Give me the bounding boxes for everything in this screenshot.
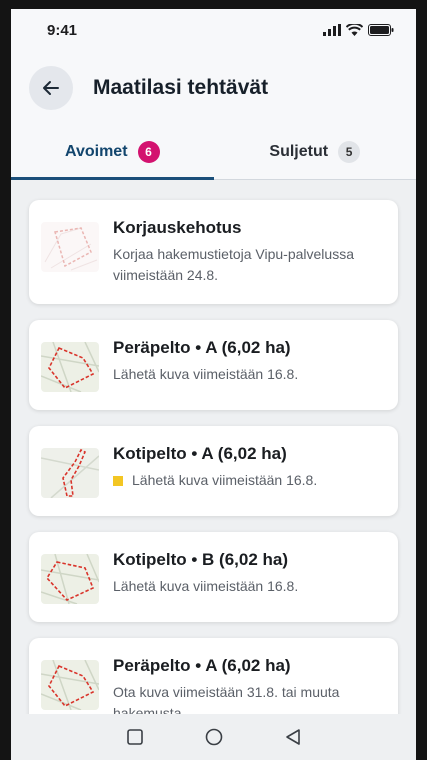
- page-title: Maatilasi tehtävät: [93, 76, 269, 99]
- system-nav-bar: [11, 714, 416, 760]
- app-bar: Maatilasi tehtävät: [11, 51, 416, 125]
- circle-icon: [205, 728, 222, 746]
- count-badge: 6: [137, 141, 160, 163]
- task-title: Kotipelto • B (6,02 ha): [113, 550, 289, 569]
- task-card[interactable]: Peräpelto • A (6,02 ha) Lähetä kuva viim…: [29, 320, 398, 410]
- recents-button[interactable]: [126, 729, 143, 745]
- tab-suljetut[interactable]: Suljetut 5: [214, 125, 417, 179]
- status-bar: 9:41: [11, 9, 416, 51]
- signal-icon: [323, 24, 341, 36]
- square-icon: [126, 729, 143, 745]
- task-description: Korjaa hakemustietoja Vipu-palvelussa vi…: [113, 246, 354, 283]
- task-title: Korjauskehotus: [113, 218, 242, 237]
- task-card[interactable]: Kotipelto • A (6,02 ha) Lähetä kuva viim…: [29, 426, 398, 516]
- tab-label: Suljetut: [269, 143, 329, 160]
- home-button[interactable]: [205, 728, 223, 746]
- field-map-thumbnail: [41, 554, 99, 604]
- status-time: 9:41: [47, 21, 78, 39]
- task-title: Peräpelto • A (6,02 ha): [113, 338, 291, 357]
- field-map-thumbnail: [41, 660, 99, 710]
- tab-bar: Avoimet 6 Suljetut 5: [11, 125, 416, 180]
- wifi-icon: [346, 24, 363, 36]
- task-description: Lähetä kuva viimeistään 16.8.: [113, 578, 299, 594]
- task-description-row: Lähetä kuva viimeistään 16.8.: [113, 470, 384, 491]
- status-icons: [323, 24, 394, 36]
- count-badge: 5: [338, 141, 361, 163]
- field-map-thumbnail: [41, 222, 99, 272]
- task-description: Lähetä kuva viimeistään 16.8.: [113, 366, 299, 382]
- task-description: Lähetä kuva viimeistään 16.8.: [132, 472, 318, 488]
- task-card[interactable]: Kotipelto • B (6,02 ha) Lähetä kuva viim…: [29, 532, 398, 622]
- tab-avoimet[interactable]: Avoimet 6: [11, 125, 214, 179]
- task-card[interactable]: Korjauskehotus Korjaa hakemustietoja Vip…: [29, 200, 398, 304]
- system-back-button[interactable]: [285, 728, 301, 746]
- top-area: 9:41 Maatilasi tehtävät Avoimet 6 Suljet…: [11, 9, 416, 180]
- field-map-thumbnail: [41, 342, 99, 392]
- battery-icon: [368, 24, 394, 36]
- tab-label: Avoimet: [64, 143, 128, 160]
- phone-frame: 9:41 Maatilasi tehtävät Avoimet 6 Suljet…: [0, 0, 427, 760]
- back-button[interactable]: [29, 66, 73, 110]
- warning-indicator: [113, 475, 123, 486]
- task-list: Korjauskehotus Korjaa hakemustietoja Vip…: [11, 180, 416, 742]
- app-screen: 9:41 Maatilasi tehtävät Avoimet 6 Suljet…: [11, 9, 416, 760]
- task-title: Kotipelto • A (6,02 ha): [113, 444, 287, 463]
- arrow-left-icon: [43, 81, 59, 95]
- field-map-thumbnail: [41, 448, 99, 498]
- triangle-back-icon: [285, 729, 300, 745]
- task-title: Peräpelto • A (6,02 ha): [113, 656, 291, 675]
